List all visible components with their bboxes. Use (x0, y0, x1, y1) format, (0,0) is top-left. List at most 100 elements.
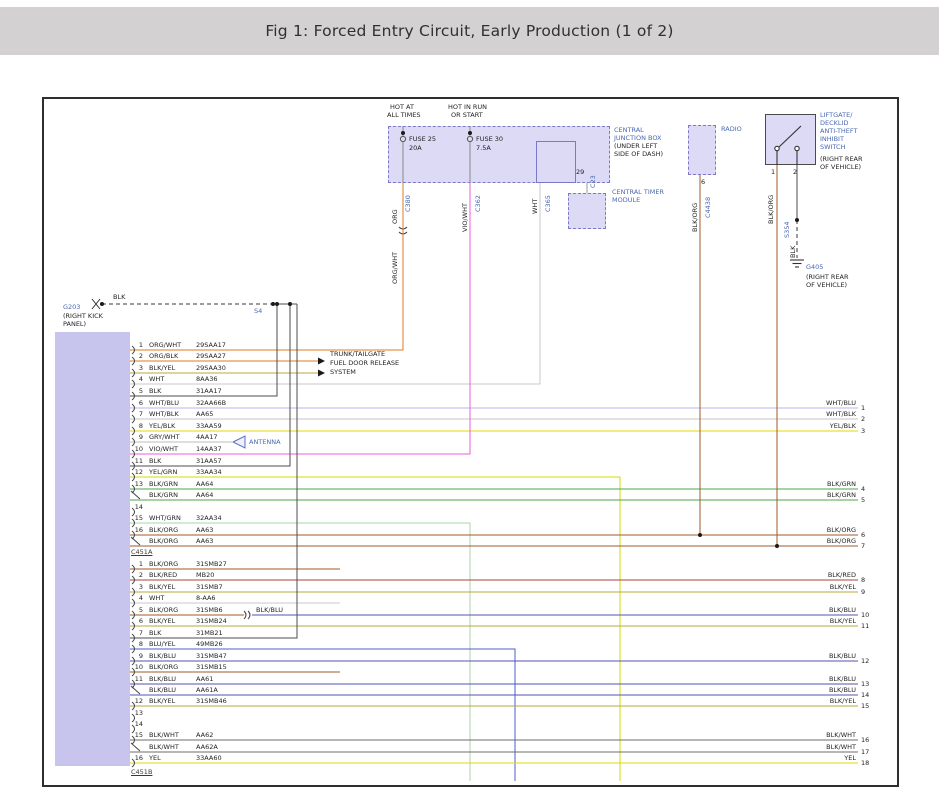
wire-code: 8AA36 (196, 375, 217, 383)
pin-number: 12 (135, 468, 143, 476)
ground-g203-location: (RIGHT KICK (63, 312, 103, 320)
wire-name: WHT (149, 594, 164, 602)
wire-code: AA63 (196, 526, 213, 534)
offpage-system-label: TRUNK/TAILGATE (330, 350, 385, 358)
branch-line (131, 491, 140, 499)
wire-code: 31SMB47 (196, 652, 227, 660)
liftgate-switch-location: (RIGHT REAR (820, 155, 863, 163)
offpage-pin-number: 8 (861, 576, 865, 584)
pin-number: 11 (135, 675, 143, 683)
pin-number: 4 (139, 375, 143, 383)
wire-code: AA63 (196, 537, 213, 545)
wire-name: BLK/GRN (149, 480, 178, 488)
wire-name: BLK/ORG (149, 526, 178, 534)
splice-s4-label: S4 (254, 307, 262, 315)
pin-number: 2 (139, 571, 143, 579)
wire-name: BLK/WHT (149, 743, 179, 751)
fuse-25-rating: 20A (409, 144, 422, 152)
offpage-pin-number: 12 (861, 657, 869, 665)
wire-code: 31AA17 (196, 387, 222, 395)
wire-name: BLK/ORG (691, 203, 699, 232)
junction-dot (795, 218, 799, 222)
wire-code: 33AA60 (196, 754, 222, 762)
wire-code: 32AA34 (196, 514, 222, 522)
pin-number: 6 (139, 617, 143, 625)
wire-name: VIO/WHT (461, 203, 469, 232)
offpage-wire-name: WHT/BLU (826, 399, 856, 407)
branch-line (131, 743, 140, 751)
pin-number: 15 (135, 731, 143, 739)
offpage-pin-number: 7 (861, 542, 865, 550)
wire-name: ORG/BLK (149, 352, 178, 360)
wire-code: AA61 (196, 675, 213, 683)
wire-name: BLK/BLU (256, 606, 283, 614)
wire-name: BLK/YEL (149, 617, 175, 625)
offpage-wire-name: BLK/YEL (830, 617, 856, 625)
wire-VIO/WHT-pin10 (130, 183, 470, 454)
wire-code: 31AA57 (196, 457, 222, 465)
wire-name: BLK (789, 246, 797, 258)
connector-c23-label: C23 (589, 175, 597, 188)
offpage-pin-number: 11 (861, 622, 869, 630)
pin-number: 16 (135, 526, 143, 534)
pin-number: 2 (793, 168, 797, 176)
offpage-pin-number: 6 (861, 531, 865, 539)
junction-dot (775, 544, 779, 548)
wire-name: BLK (149, 629, 161, 637)
pin-number: 8 (139, 422, 143, 430)
junction-dot (468, 131, 472, 135)
hot-in-run-label: OR START (451, 111, 483, 119)
wire-code: 14AA37 (196, 445, 222, 453)
wire-name: YEL/GRN (149, 468, 177, 476)
wire-code: 4AA17 (196, 433, 217, 441)
pin-number: 10 (135, 663, 143, 671)
splice-s354-label: S354 (783, 221, 791, 238)
ground-g405-location: (RIGHT REAR (806, 273, 849, 281)
connector-c362-label: C362 (474, 195, 482, 212)
offpage-system-label: FUEL DOOR RELEASE (330, 359, 399, 367)
junction-dot (401, 131, 405, 135)
wire-name: ORG/WHT (391, 252, 399, 284)
pin-number: 16 (135, 754, 143, 762)
junction-dot (100, 302, 104, 306)
wire-code: 31SMB46 (196, 697, 227, 705)
wire-code: 29SAA30 (196, 364, 226, 372)
wiring-diagram: 1ORG/WHT29SAA172ORG/BLK29SAA273BLK/YEL29… (0, 0, 939, 802)
pin-number: 15 (135, 514, 143, 522)
wire-name: BLK (113, 293, 125, 301)
liftgate-switch-label: SWITCH (820, 143, 846, 151)
offpage-wire-name: BLK/WHT (826, 731, 856, 739)
junction-dot (698, 533, 702, 537)
liftgate-switch-label: ANTI-THEFT (820, 127, 858, 135)
wire-code: 31MB21 (196, 629, 223, 637)
offpage-wire-name: BLK/GRN (827, 480, 856, 488)
wire-name: WHT/GRN (149, 514, 181, 522)
wire-code: AA64 (196, 480, 213, 488)
central-junction-box-label: JUNCTION BOX (614, 134, 662, 142)
offpage-system-label: SYSTEM (330, 368, 356, 376)
ground-g203-label: G203 (63, 303, 80, 311)
pin-number: 29 (576, 168, 584, 176)
antenna-icon (233, 436, 245, 448)
wire-name: YEL/BLK (149, 422, 175, 430)
wire-name: BLU/YEL (149, 640, 175, 648)
ground-icon (790, 260, 804, 267)
offpage-wire-name: YEL/BLK (830, 422, 856, 430)
offpage-wire-name: BLK/BLU (829, 686, 856, 694)
liftgate-switch-location: OF VEHICLE) (820, 163, 861, 171)
wire-name: YEL (149, 754, 161, 762)
pin-number: 11 (135, 457, 143, 465)
switch-contact-icon (775, 126, 801, 165)
offpage-pin-number: 18 (861, 759, 869, 767)
pin-number: 8 (139, 640, 143, 648)
ground-g203-location: PANEL) (63, 320, 86, 328)
wire-code: 33AA59 (196, 422, 222, 430)
offpage-pin-number: 4 (861, 485, 865, 493)
offpage-wire-name: BLK/YEL (830, 697, 856, 705)
wire-code: 31SMB15 (196, 663, 227, 671)
wire-name: BLK/ORG (149, 606, 178, 614)
wire-name: BLK/YEL (149, 364, 175, 372)
wire-name: ORG (391, 209, 399, 224)
fuse-30-rating: 7.5A (476, 144, 491, 152)
offpage-wire-name: WHT/BLK (826, 410, 856, 418)
